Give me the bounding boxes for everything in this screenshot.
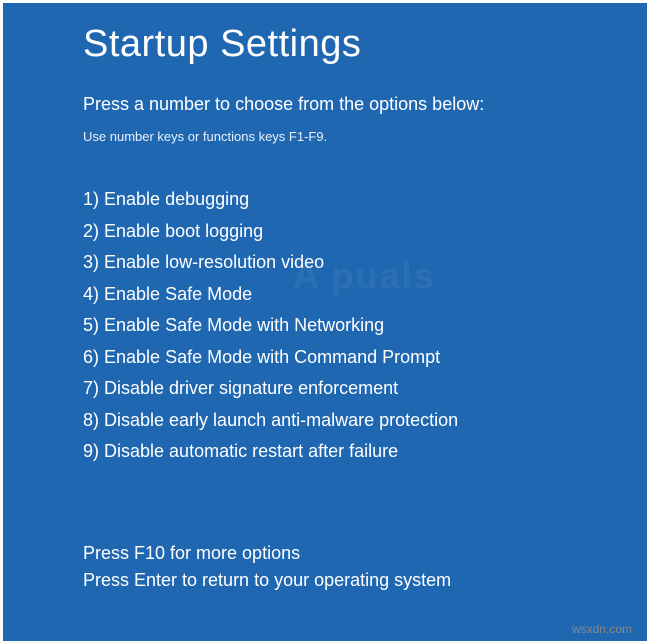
option-9[interactable]: 9) Disable automatic restart after failu… [83,436,647,468]
footer-enter: Press Enter to return to your operating … [83,567,647,595]
page-title: Startup Settings [83,23,647,66]
option-7[interactable]: 7) Disable driver signature enforcement [83,373,647,405]
startup-settings-screen: A puals Startup Settings Press a number … [3,3,647,641]
options-list: 1) Enable debugging 2) Enable boot loggi… [83,184,647,468]
site-watermark: wsxdn.com [572,622,632,636]
option-5[interactable]: 5) Enable Safe Mode with Networking [83,310,647,342]
subtitle-text: Press a number to choose from the option… [83,94,647,115]
option-3[interactable]: 3) Enable low-resolution video [83,247,647,279]
option-4[interactable]: 4) Enable Safe Mode [83,279,647,311]
option-8[interactable]: 8) Disable early launch anti-malware pro… [83,405,647,437]
option-2[interactable]: 2) Enable boot logging [83,216,647,248]
option-6[interactable]: 6) Enable Safe Mode with Command Prompt [83,342,647,374]
hint-text: Use number keys or functions keys F1-F9. [83,129,647,144]
footer-more-options: Press F10 for more options [83,540,647,568]
option-1[interactable]: 1) Enable debugging [83,184,647,216]
